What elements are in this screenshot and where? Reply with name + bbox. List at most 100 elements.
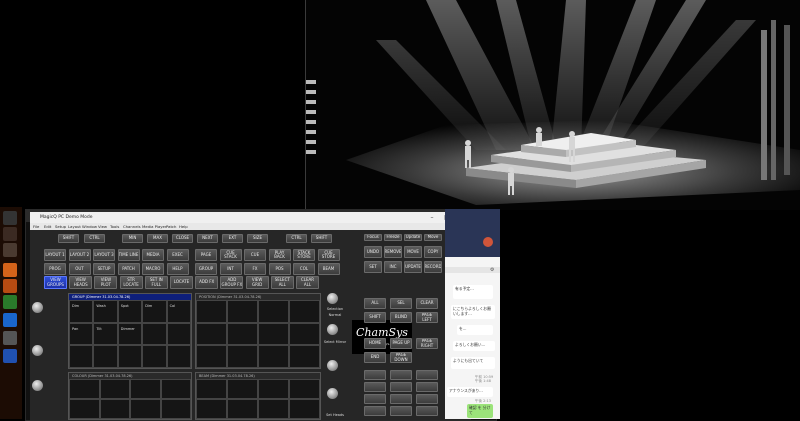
shift-button[interactable]: SHIFT xyxy=(58,234,79,243)
numpad-key[interactable] xyxy=(390,382,412,392)
group-cell[interactable]: Wash xyxy=(93,300,118,323)
key-move[interactable]: MOVE xyxy=(404,246,422,258)
window-button-beam[interactable]: BEAM xyxy=(317,263,340,275)
menu-layout[interactable]: Layout xyxy=(68,223,81,230)
key-update[interactable]: Update xyxy=(404,234,422,241)
grid-cell[interactable] xyxy=(258,322,289,346)
group-bar-view-plot[interactable]: VIEW PLOT xyxy=(94,276,118,289)
grid-cell[interactable] xyxy=(196,322,227,346)
window-button-stack-store[interactable]: STACK STORE xyxy=(293,249,315,261)
menu-tools[interactable]: Tools xyxy=(110,223,119,230)
search-icon[interactable] xyxy=(3,227,17,241)
keypad-shift[interactable]: SHIFT xyxy=(364,312,386,323)
window-button-prog[interactable]: PROG xyxy=(44,263,66,275)
encoder-knob[interactable] xyxy=(32,380,43,391)
group-cell[interactable]: Col xyxy=(166,300,191,323)
numpad-key[interactable] xyxy=(364,394,386,404)
keypad-blind[interactable]: BLIND xyxy=(390,312,412,323)
window-button-layout-1[interactable]: LAYOUT 1 xyxy=(44,249,66,261)
ext-button[interactable]: EXT xyxy=(222,234,243,243)
grid-cell[interactable] xyxy=(69,379,100,399)
menu-setup[interactable]: Setup xyxy=(55,223,66,230)
menu-file[interactable]: File xyxy=(33,223,39,230)
close-window-button[interactable]: CLOSE xyxy=(172,234,193,243)
group-bar-select-all[interactable]: SELECT ALL xyxy=(270,276,294,289)
encoder-knob[interactable] xyxy=(327,360,338,371)
numpad-key[interactable] xyxy=(390,406,412,416)
numpad-key[interactable] xyxy=(416,382,438,392)
window-button-col[interactable]: COL xyxy=(293,263,315,275)
window-button-cue-store[interactable]: CUE STORE xyxy=(317,249,340,261)
group-bar-locate[interactable]: LOCATE xyxy=(170,276,193,289)
menu-edit[interactable]: Edit xyxy=(44,223,51,230)
keypad-page-right[interactable]: PAGE RIGHT xyxy=(416,338,438,349)
key-undo[interactable]: UNDO xyxy=(364,246,382,258)
window-button-cue-stack[interactable]: CUE STACK xyxy=(219,249,242,261)
grid-cell[interactable] xyxy=(227,399,258,419)
group-cell[interactable] xyxy=(142,322,167,346)
key-record[interactable]: RECORD xyxy=(424,261,442,273)
window-button-patch[interactable]: PATCH xyxy=(117,263,140,275)
gear-icon[interactable]: ⚙ xyxy=(490,267,496,273)
window-button-play-back[interactable]: PLAY BACK xyxy=(268,249,291,261)
keypad-home[interactable]: HOME xyxy=(364,338,386,349)
grid-cell[interactable] xyxy=(99,399,130,419)
numpad-key[interactable] xyxy=(390,394,412,404)
key-copy[interactable]: COPY xyxy=(424,246,442,258)
numpad-key[interactable] xyxy=(390,370,412,380)
keypad-page-up[interactable]: PAGE UP xyxy=(390,338,412,349)
numpad-key[interactable] xyxy=(364,406,386,416)
group-cell[interactable]: Dim xyxy=(69,300,94,323)
menu-help[interactable]: Help xyxy=(179,223,188,230)
size-button[interactable]: SIZE xyxy=(247,234,268,243)
keypad-page-left[interactable]: PAGE LEFT xyxy=(416,312,438,323)
minimize-button[interactable]: – xyxy=(425,212,439,223)
window-button-layout-2[interactable]: LAYOUT 2 xyxy=(68,249,91,261)
max-button[interactable]: MAX xyxy=(147,234,168,243)
chrome-app-icon-2[interactable] xyxy=(3,279,17,293)
line-app-icon[interactable] xyxy=(3,295,17,309)
menu-window[interactable]: Window xyxy=(82,223,97,230)
grid-cell[interactable] xyxy=(227,300,258,323)
group-cell[interactable]: Tilt xyxy=(93,322,118,346)
min-button[interactable]: MIN xyxy=(122,234,143,243)
window-button-help[interactable]: HELP xyxy=(166,263,189,275)
group-bar-view-grid[interactable]: VIEW GRID xyxy=(245,276,269,289)
group-cell[interactable]: Pan xyxy=(69,322,94,346)
grid-cell[interactable] xyxy=(258,399,289,419)
grid-cell[interactable] xyxy=(227,322,258,346)
grid-cell[interactable] xyxy=(196,300,227,323)
key-set[interactable]: SET xyxy=(364,261,382,273)
window-button-media[interactable]: MEDIA xyxy=(142,249,164,261)
grid-cell[interactable] xyxy=(258,379,289,399)
menu-media-player[interactable]: Media Player xyxy=(142,223,166,230)
keypad-all[interactable]: ALL xyxy=(364,298,386,309)
key-freeze[interactable]: Freeze xyxy=(384,234,402,241)
window-button-layout-3[interactable]: LAYOUT 3 xyxy=(93,249,115,261)
numpad-key[interactable] xyxy=(416,406,438,416)
window-button-page[interactable]: PAGE xyxy=(195,249,217,261)
group-bar-view-heads[interactable]: VIEW HEADS xyxy=(69,276,93,289)
group-cell[interactable] xyxy=(166,345,191,368)
window-button-time-line[interactable]: TIME LINE xyxy=(117,249,140,261)
key-inc[interactable]: INC xyxy=(384,261,402,273)
encoder-knob[interactable] xyxy=(32,345,43,356)
group-bar-view-groups[interactable]: VIEW GROUPS xyxy=(44,276,67,289)
grid-cell[interactable] xyxy=(69,399,100,419)
window-button-out[interactable]: OUT xyxy=(68,263,91,275)
grid-cell[interactable] xyxy=(258,300,289,323)
chrome-app-icon[interactable] xyxy=(3,263,17,277)
key-remove[interactable]: REMOVE xyxy=(384,246,402,258)
grid-cell[interactable] xyxy=(289,379,320,399)
group-cell[interactable] xyxy=(142,345,167,368)
grid-cell[interactable] xyxy=(99,379,130,399)
window-button-fx[interactable]: FX xyxy=(244,263,266,275)
grid-cell[interactable] xyxy=(130,399,161,419)
grid-cell[interactable] xyxy=(227,379,258,399)
group-bar-add-fx[interactable]: ADD FX xyxy=(195,276,219,289)
keypad-page-down[interactable]: PAGE DOWN xyxy=(390,352,412,363)
window-button-cue[interactable]: CUE xyxy=(244,249,266,261)
encoder-knob[interactable] xyxy=(327,388,338,399)
window-button-macro[interactable]: MACRO xyxy=(142,263,164,275)
next-button[interactable]: NEXT xyxy=(197,234,218,243)
